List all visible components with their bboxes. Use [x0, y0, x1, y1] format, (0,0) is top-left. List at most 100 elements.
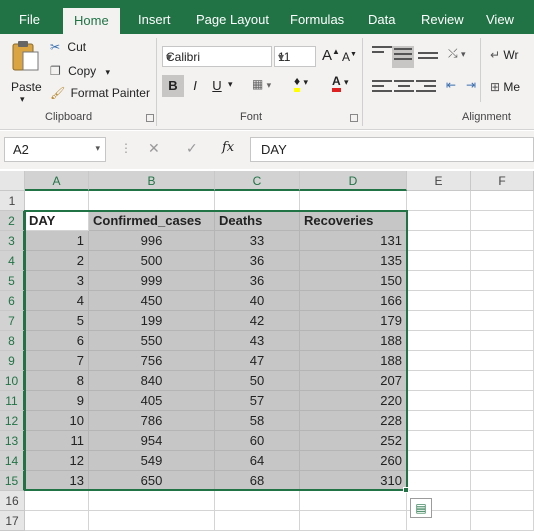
- cell[interactable]: [300, 491, 407, 511]
- cell[interactable]: 7: [25, 351, 89, 371]
- cell[interactable]: [471, 251, 534, 271]
- cell[interactable]: 9: [25, 391, 89, 411]
- cell[interactable]: 43: [215, 331, 300, 351]
- cell[interactable]: Recoveries: [300, 211, 407, 231]
- cell[interactable]: 405: [89, 391, 215, 411]
- cell[interactable]: 840: [89, 371, 215, 391]
- cell[interactable]: [407, 451, 471, 471]
- cell[interactable]: [471, 391, 534, 411]
- cell[interactable]: 11: [25, 431, 89, 451]
- cell[interactable]: [407, 391, 471, 411]
- align-left-icon[interactable]: [372, 80, 392, 94]
- cut-button[interactable]: ✂ Cut: [50, 40, 86, 54]
- cell[interactable]: [471, 351, 534, 371]
- cell[interactable]: [407, 471, 471, 491]
- copy-button[interactable]: ❐ Copy ▾: [50, 64, 110, 78]
- cell[interactable]: 1: [25, 231, 89, 251]
- align-top-icon[interactable]: [372, 46, 392, 60]
- cell[interactable]: [407, 271, 471, 291]
- row-header[interactable]: 5: [0, 271, 25, 291]
- cell[interactable]: [407, 231, 471, 251]
- cell[interactable]: 36: [215, 251, 300, 271]
- row-header[interactable]: 2: [0, 211, 25, 231]
- cell[interactable]: 207: [300, 371, 407, 391]
- italic-button[interactable]: I: [184, 75, 206, 97]
- cell[interactable]: 550: [89, 331, 215, 351]
- row-header[interactable]: 11: [0, 391, 25, 411]
- cell[interactable]: 954: [89, 431, 215, 451]
- cell[interactable]: 549: [89, 451, 215, 471]
- cell[interactable]: [407, 371, 471, 391]
- cell[interactable]: [407, 251, 471, 271]
- cell[interactable]: 786: [89, 411, 215, 431]
- cell[interactable]: 166: [300, 291, 407, 311]
- column-header-b[interactable]: B: [89, 171, 215, 191]
- insert-function-icon[interactable]: fx: [222, 140, 234, 155]
- cell[interactable]: Confirmed_cases: [89, 211, 215, 231]
- row-header[interactable]: 8: [0, 331, 25, 351]
- row-header[interactable]: 10: [0, 371, 25, 391]
- cell[interactable]: [471, 291, 534, 311]
- cell[interactable]: [407, 411, 471, 431]
- name-box[interactable]: A2 ▾: [4, 137, 106, 162]
- chevron-down-icon[interactable]: ▾: [228, 79, 233, 90]
- cell[interactable]: 68: [215, 471, 300, 491]
- cell[interactable]: 47: [215, 351, 300, 371]
- cell[interactable]: [471, 191, 534, 211]
- row-header[interactable]: 1: [0, 191, 25, 211]
- merge-center-button[interactable]: ⊞ Me: [490, 80, 520, 94]
- align-middle-icon[interactable]: [392, 46, 414, 68]
- format-painter-button[interactable]: 🖌 Format Painter: [50, 86, 150, 100]
- cell[interactable]: 260: [300, 451, 407, 471]
- cell[interactable]: 6: [25, 331, 89, 351]
- cell[interactable]: 310: [300, 471, 407, 491]
- cell[interactable]: 220: [300, 391, 407, 411]
- quick-analysis-icon[interactable]: ▤: [410, 498, 432, 518]
- enter-icon[interactable]: ✓: [186, 140, 198, 157]
- cell[interactable]: [89, 191, 215, 211]
- tab-data[interactable]: Data: [368, 0, 395, 34]
- row-header[interactable]: 9: [0, 351, 25, 371]
- cell[interactable]: 188: [300, 331, 407, 351]
- cell[interactable]: 8: [25, 371, 89, 391]
- column-header-a[interactable]: A: [25, 171, 89, 191]
- cell[interactable]: 450: [89, 291, 215, 311]
- cell[interactable]: 42: [215, 311, 300, 331]
- cell[interactable]: 999: [89, 271, 215, 291]
- tab-page-layout[interactable]: Page Layout: [196, 0, 269, 34]
- cell[interactable]: 228: [300, 411, 407, 431]
- row-header[interactable]: 3: [0, 231, 25, 251]
- cell[interactable]: [407, 291, 471, 311]
- cell[interactable]: [215, 511, 300, 531]
- fill-handle[interactable]: [403, 487, 409, 493]
- cell[interactable]: 58: [215, 411, 300, 431]
- cell[interactable]: 199: [89, 311, 215, 331]
- cell[interactable]: [471, 471, 534, 491]
- cell[interactable]: 64: [215, 451, 300, 471]
- cell[interactable]: [215, 191, 300, 211]
- cell[interactable]: [471, 411, 534, 431]
- cell[interactable]: 3: [25, 271, 89, 291]
- font-size-select[interactable]: 11 ▾: [274, 46, 316, 67]
- shrink-font-button[interactable]: A▼: [342, 50, 357, 64]
- cell[interactable]: [471, 311, 534, 331]
- formula-input[interactable]: DAY: [250, 137, 534, 162]
- cell[interactable]: Deaths: [215, 211, 300, 231]
- row-header[interactable]: 12: [0, 411, 25, 431]
- cell[interactable]: 500: [89, 251, 215, 271]
- cell[interactable]: 36: [215, 271, 300, 291]
- cell[interactable]: [471, 371, 534, 391]
- bold-button[interactable]: B: [162, 75, 184, 97]
- cell[interactable]: [89, 511, 215, 531]
- cell[interactable]: 252: [300, 431, 407, 451]
- cell[interactable]: [471, 231, 534, 251]
- cell[interactable]: 150: [300, 271, 407, 291]
- cell[interactable]: 40: [215, 291, 300, 311]
- cell[interactable]: [471, 491, 534, 511]
- row-header[interactable]: 15: [0, 471, 25, 491]
- clipboard-launcher-icon[interactable]: [146, 114, 154, 122]
- cell[interactable]: [300, 511, 407, 531]
- tab-insert[interactable]: Insert: [138, 0, 171, 34]
- row-header[interactable]: 16: [0, 491, 25, 511]
- cell[interactable]: [407, 191, 471, 211]
